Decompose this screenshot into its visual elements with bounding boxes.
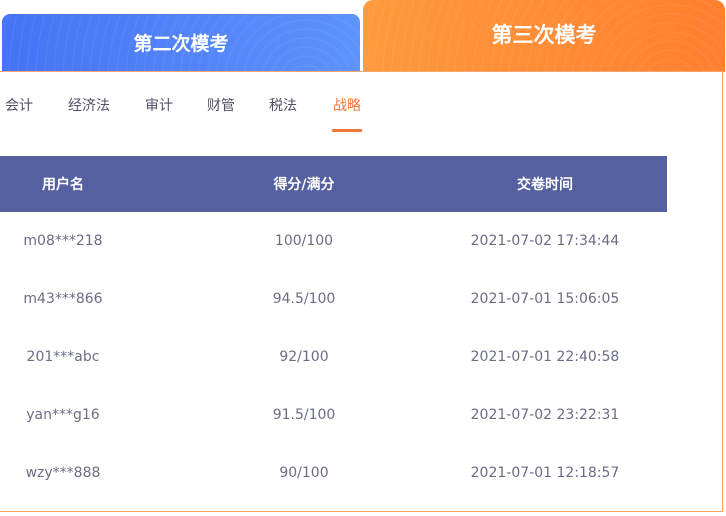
subject-tab-strategy[interactable]: 战略 bbox=[333, 96, 361, 116]
table-row: yan***g16 91.5/100 2021-07-02 23:22:31 bbox=[0, 386, 667, 444]
subject-tab-tax-law[interactable]: 税法 bbox=[269, 96, 297, 116]
tab-second-mock-exam[interactable]: 第二次模考 bbox=[2, 14, 360, 72]
header-score: 得分/满分 bbox=[273, 177, 335, 193]
cell-score: 94.5/100 bbox=[272, 291, 336, 307]
cell-username: 201***abc bbox=[26, 349, 100, 365]
ranking-table: 用户名 得分/满分 交卷时间 m08***218 100/100 2021-07… bbox=[0, 156, 667, 502]
cell-username: m08***218 bbox=[23, 233, 103, 249]
cell-submit-time: 2021-07-01 15:06:05 bbox=[470, 291, 620, 307]
subject-tab-accounting[interactable]: 会计 bbox=[5, 96, 33, 116]
subject-tabs: 会计 经济法 审计 财管 税法 战略 bbox=[0, 72, 722, 136]
cell-score: 100/100 bbox=[274, 233, 334, 249]
cell-username: m43***866 bbox=[23, 291, 103, 307]
active-subject-indicator bbox=[332, 129, 362, 132]
table-row: wzy***888 90/100 2021-07-01 12:18:57 bbox=[0, 444, 667, 502]
tab-third-mock-exam-label: 第三次模考 bbox=[491, 23, 597, 47]
ranking-panel: 会计 经济法 审计 财管 税法 战略 用户名 得分/满分 交卷时间 m08***… bbox=[0, 71, 723, 512]
cell-score: 92/100 bbox=[279, 349, 329, 365]
table-row: m43***866 94.5/100 2021-07-01 15:06:05 bbox=[0, 270, 667, 328]
cell-username: wzy***888 bbox=[25, 465, 101, 481]
table-row: 201***abc 92/100 2021-07-01 22:40:58 bbox=[0, 328, 667, 386]
table-row: m08***218 100/100 2021-07-02 17:34:44 bbox=[0, 212, 667, 270]
header-username: 用户名 bbox=[42, 177, 84, 193]
header-submit-time: 交卷时间 bbox=[517, 177, 573, 193]
cell-submit-time: 2021-07-02 23:22:31 bbox=[470, 407, 620, 423]
cell-score: 91.5/100 bbox=[272, 407, 336, 423]
subject-tab-economic-law[interactable]: 经济法 bbox=[68, 96, 110, 116]
subject-tab-audit[interactable]: 审计 bbox=[145, 96, 173, 116]
tab-third-mock-exam[interactable]: 第三次模考 bbox=[363, 0, 725, 72]
table-header: 用户名 得分/满分 交卷时间 bbox=[0, 156, 667, 212]
cell-submit-time: 2021-07-02 17:34:44 bbox=[470, 233, 620, 249]
subject-tab-financial-management[interactable]: 财管 bbox=[207, 96, 235, 116]
cell-submit-time: 2021-07-01 22:40:58 bbox=[470, 349, 620, 365]
cell-score: 90/100 bbox=[279, 465, 329, 481]
tab-second-mock-exam-label: 第二次模考 bbox=[133, 32, 229, 55]
cell-submit-time: 2021-07-01 12:18:57 bbox=[470, 465, 620, 481]
cell-username: yan***g16 bbox=[26, 407, 100, 423]
